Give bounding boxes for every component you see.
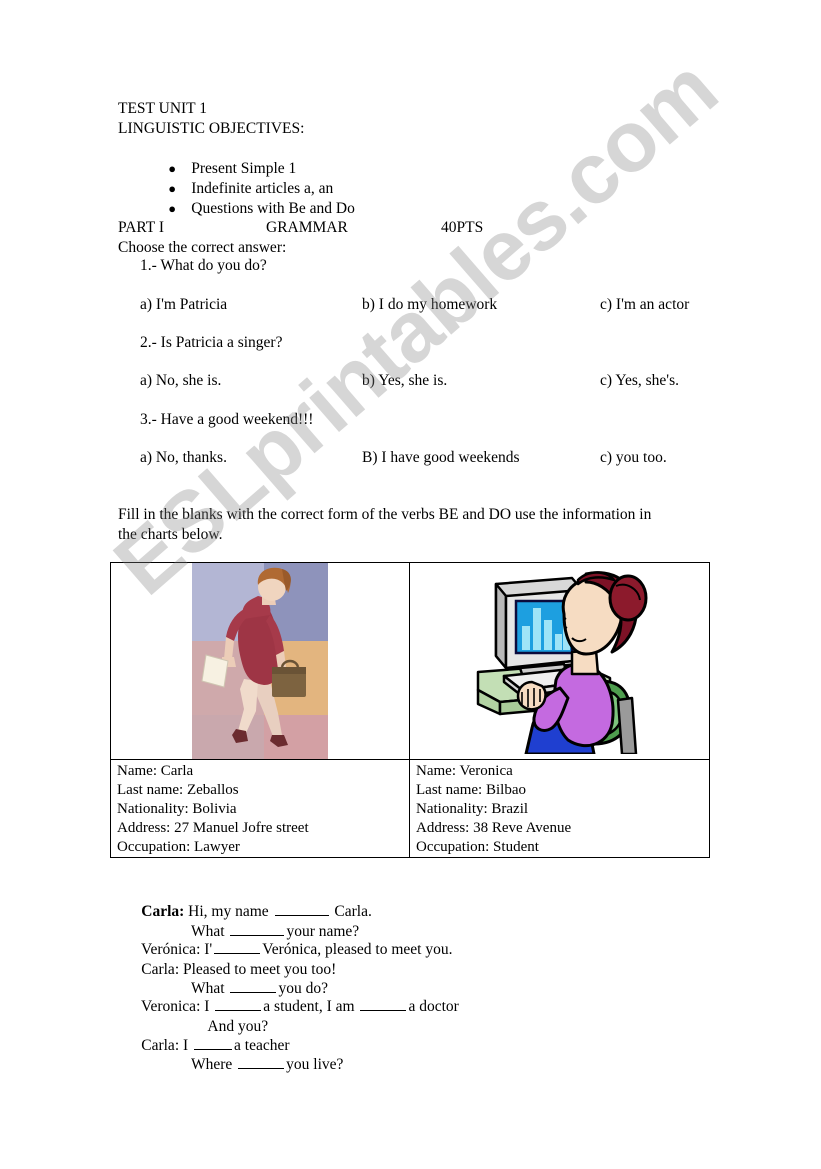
veronica-name: Name: Veronica <box>416 763 513 779</box>
points-label: 40PTS <box>441 219 484 236</box>
carla-last-name: Last name: Zeballos <box>117 782 239 798</box>
dialogue-text-before: Where <box>190 1056 237 1073</box>
option-2b[interactable]: b) Yes, she is. <box>362 371 447 391</box>
dialogue-line-9: Where you live? <box>168 1035 343 1095</box>
veronica-last-name: Last name: Bilbao <box>416 782 526 798</box>
carla-occupation: Occupation: Lawyer <box>117 839 240 855</box>
image-cell-carla <box>111 563 410 759</box>
businesswoman-walking-illustration <box>111 563 409 759</box>
section-label: GRAMMAR <box>266 219 348 236</box>
objectives-label: LINGUISTIC OBJECTIVES: <box>118 120 305 137</box>
veronica-fields: Name: Veronica Last name: Bilbao Nationa… <box>410 760 709 857</box>
facts-cell-veronica: Name: Veronica Last name: Bilbao Nationa… <box>410 760 709 857</box>
table-row-images <box>111 563 709 759</box>
dialogue-blank-2[interactable] <box>360 997 407 1011</box>
image-cell-veronica <box>410 563 709 759</box>
option-1a[interactable]: a) I'm Patricia <box>140 295 227 315</box>
dialogue-text-after: you live? <box>286 1056 344 1073</box>
option-3a[interactable]: a) No, thanks. <box>140 448 227 468</box>
bullet-icon: ● <box>168 201 177 216</box>
fill-in-instruction-line-1: Fill in the blanks with the correct form… <box>118 506 652 523</box>
woman-at-computer-illustration <box>410 563 709 759</box>
option-1b[interactable]: b) I do my homework <box>362 295 497 315</box>
document-title: TEST UNIT 1 <box>118 100 207 117</box>
worksheet-page: TEST UNIT 1 LINGUISTIC OBJECTIVES: ● Pres… <box>0 0 821 1169</box>
objective-label: Questions with Be and Do <box>191 200 355 217</box>
dialogue-blank[interactable] <box>238 1055 285 1069</box>
option-2c[interactable]: c) Yes, she's. <box>600 371 679 391</box>
question-2-text: 2.- Is Patricia a singer? <box>140 334 283 351</box>
option-3c[interactable]: c) you too. <box>600 448 667 468</box>
carla-name: Name: Carla <box>117 763 194 779</box>
option-1c[interactable]: c) I'm an actor <box>600 295 689 315</box>
option-2a[interactable]: a) No, she is. <box>140 371 221 391</box>
carla-fields: Name: Carla Last name: Zeballos National… <box>111 760 409 857</box>
fill-in-instruction-line-2: the charts below. <box>118 526 223 543</box>
veronica-address: Address: 38 Reve Avenue <box>416 820 572 836</box>
question-3-text: 3.- Have a good weekend!!! <box>140 411 314 428</box>
carla-nationality: Nationality: Bolivia <box>117 801 237 817</box>
businesswoman-walking-svg <box>186 563 334 759</box>
question-1-text: 1.- What do you do? <box>140 257 267 274</box>
dialogue-text-after: a doctor <box>408 998 459 1015</box>
option-3b[interactable]: B) I have good weekends <box>362 448 520 468</box>
info-cards-table: Name: Carla Last name: Zeballos National… <box>110 562 710 858</box>
veronica-occupation: Occupation: Student <box>416 839 539 855</box>
part-header-row: PART I GRAMMAR 40PTS <box>118 218 718 238</box>
part-label: PART I <box>118 219 165 236</box>
veronica-nationality: Nationality: Brazil <box>416 801 529 817</box>
dialogue-text-middle: a student, I am <box>263 998 359 1015</box>
choose-instruction: Choose the correct answer: <box>118 239 287 256</box>
facts-cell-carla: Name: Carla Last name: Zeballos National… <box>111 760 410 857</box>
woman-at-computer-svg <box>459 568 660 754</box>
table-row-facts: Name: Carla Last name: Zeballos National… <box>111 759 709 857</box>
carla-address: Address: 27 Manuel Jofre street <box>117 820 309 836</box>
